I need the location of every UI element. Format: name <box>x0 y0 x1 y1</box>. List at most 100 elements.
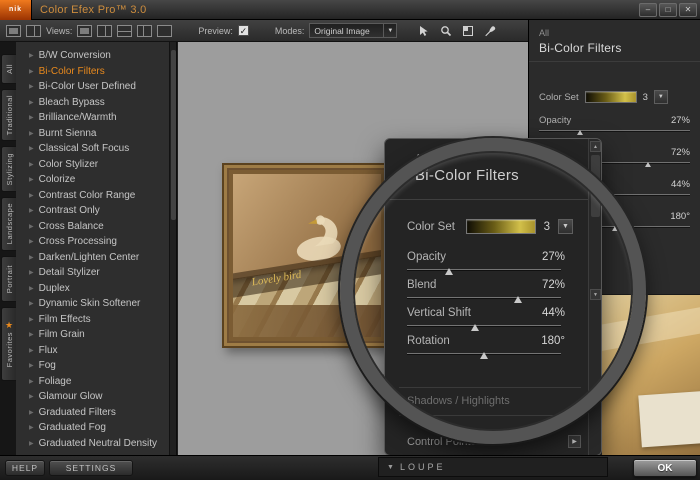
help-button[interactable]: HELP <box>5 460 45 476</box>
filter-item-label: Contrast Color Range <box>39 190 136 201</box>
preview-image: Lovely bird <box>222 163 392 348</box>
preview-label: Preview: <box>198 26 233 36</box>
filter-arrow-icon: ▶ <box>29 362 34 369</box>
ok-button[interactable]: OK <box>633 459 697 477</box>
loupe-panel-scrollbar[interactable]: ▲ ▼ <box>588 139 601 455</box>
control-points-section[interactable]: Control Points ▶ <box>407 435 581 448</box>
modes-dropdown[interactable]: Original Image ▼ <box>309 23 397 38</box>
filter-item[interactable]: ▶Darken/Lighten Center <box>16 250 169 266</box>
single-view-icon[interactable] <box>6 25 21 37</box>
filter-item[interactable]: ▶Colorize <box>16 172 169 188</box>
filter-item[interactable]: ▶Bleach Bypass <box>16 95 169 111</box>
filter-item[interactable]: ▶Fog <box>16 358 169 374</box>
tab-landscape[interactable]: Landscape <box>1 197 16 251</box>
loupe-image-highlight <box>602 304 700 352</box>
slider-handle[interactable] <box>577 130 583 135</box>
filter-item[interactable]: ▶Brilliance/Warmth <box>16 110 169 126</box>
filter-arrow-icon: ▶ <box>29 145 34 152</box>
expand-right-icon[interactable]: ▶ <box>568 435 581 448</box>
tab-favorites[interactable]: ★ Favorites <box>1 307 16 381</box>
filter-item[interactable]: ▶Glamour Glow <box>16 389 169 405</box>
tab-stylizing[interactable]: Stylizing <box>1 146 16 192</box>
filter-item[interactable]: ▶Contrast Color Range <box>16 188 169 204</box>
settings-button[interactable]: SETTINGS <box>49 460 133 476</box>
loupe-color-set-swatch[interactable] <box>466 219 536 234</box>
filter-list-scrollbar[interactable] <box>170 42 177 455</box>
filter-item[interactable]: ▶B/W Conversion <box>16 48 169 64</box>
filter-arrow-icon: ▶ <box>29 285 34 292</box>
color-set-dropdown-button[interactable]: ▼ <box>654 90 668 104</box>
filter-item-label: Film Effects <box>39 314 91 325</box>
slider-handle[interactable] <box>445 268 453 275</box>
filter-item[interactable]: ▶Film Effects <box>16 312 169 328</box>
color-set-swatch[interactable] <box>585 91 637 103</box>
preview-checkbox[interactable]: ✓ <box>238 25 249 36</box>
divider <box>399 387 581 388</box>
filter-item-label: Flux <box>39 345 58 356</box>
loupe-panel-header[interactable]: ▼ LOUPE <box>378 457 608 477</box>
select-tool-icon[interactable] <box>415 23 432 39</box>
filter-item[interactable]: ▶Contrast Only <box>16 203 169 219</box>
artwork-script-text: Lovely bird <box>251 269 302 289</box>
filter-item-label: Bi-Color Filters <box>39 66 105 77</box>
close-button[interactable]: ✕ <box>679 3 697 17</box>
tab-portrait[interactable]: Portrait <box>1 256 16 302</box>
filter-item[interactable]: ▶Cross Balance <box>16 219 169 235</box>
view-mode-plain-icon[interactable] <box>157 25 172 37</box>
filter-item[interactable]: ▶Graduated Neutral Density <box>16 436 169 452</box>
shadows-highlights-section[interactable]: Shadows / Highlights <box>407 395 510 407</box>
filter-item[interactable]: ▶Graduated Filters <box>16 405 169 421</box>
slider-handle[interactable] <box>480 352 488 359</box>
filter-item-label: Contrast Only <box>39 205 100 216</box>
filter-item[interactable]: ▶Burnt Sienna <box>16 126 169 142</box>
filter-item[interactable]: ▶Graduated Fog <box>16 420 169 436</box>
filter-item[interactable]: ▶Bi-Color Filters <box>16 64 169 80</box>
view-mode-hsplit-icon[interactable] <box>117 25 132 37</box>
filter-item[interactable]: ▶Bi-Color User Defined <box>16 79 169 95</box>
scrollbar-thumb[interactable] <box>171 50 176 220</box>
loupe-rotation-slider[interactable] <box>407 350 561 360</box>
view-mode-compare-icon[interactable] <box>137 25 152 37</box>
slider-handle[interactable] <box>514 296 522 303</box>
eyedropper-tool-icon[interactable] <box>481 23 498 39</box>
zoom-tool-icon[interactable] <box>437 23 454 39</box>
tab-all[interactable]: All <box>1 54 16 84</box>
filter-item-label: Foliage <box>39 376 72 387</box>
background-color-tool-icon[interactable] <box>459 23 476 39</box>
loupe-opacity-slider[interactable] <box>407 266 561 276</box>
filter-item[interactable]: ▶Foliage <box>16 374 169 390</box>
filter-item[interactable]: ▶Flux <box>16 343 169 359</box>
filter-item[interactable]: ▶Film Grain <box>16 327 169 343</box>
scroll-up-icon[interactable]: ▲ <box>590 141 601 152</box>
view-mode-vsplit-icon[interactable] <box>97 25 112 37</box>
minimize-button[interactable]: – <box>639 3 657 17</box>
slider-handle[interactable] <box>602 194 608 199</box>
loupe-color-set-dropdown-button[interactable]: ▼ <box>558 219 573 234</box>
split-view-icon[interactable] <box>26 25 41 37</box>
filter-item[interactable]: ▶Color Stylizer <box>16 157 169 173</box>
divider <box>399 415 581 416</box>
filter-item[interactable]: ▶Classical Soft Focus <box>16 141 169 157</box>
filter-item[interactable]: ▶Duplex <box>16 281 169 297</box>
view-mode-full-icon[interactable] <box>77 25 92 37</box>
loupe-blend-slider[interactable] <box>407 294 561 304</box>
filter-item-label: Glamour Glow <box>39 391 103 402</box>
filter-item[interactable]: ▶Dynamic Skin Softener <box>16 296 169 312</box>
loupe-vertical-shift-slider[interactable] <box>407 322 561 332</box>
chevron-down-icon[interactable]: ▼ <box>383 24 396 37</box>
nik-software-logo: nik <box>0 0 32 20</box>
opacity-slider[interactable] <box>539 128 690 136</box>
scrollbar-thumb[interactable] <box>591 155 600 217</box>
filter-item[interactable]: ▶Detail Stylizer <box>16 265 169 281</box>
slider-handle[interactable] <box>471 324 479 331</box>
filter-item[interactable]: ▶Cross Processing <box>16 234 169 250</box>
scroll-down-icon[interactable]: ▼ <box>590 289 601 300</box>
tab-traditional[interactable]: Traditional <box>1 89 16 141</box>
slider-handle[interactable] <box>645 162 651 167</box>
maximize-button[interactable]: □ <box>659 3 677 17</box>
filter-item-label: Dynamic Skin Softener <box>39 298 141 309</box>
filter-arrow-icon: ▶ <box>29 99 34 106</box>
loupe-panel-title: Bi-Color Filters <box>415 167 519 184</box>
loupe-opacity-row: Opacity 27% <box>407 251 565 263</box>
slider-handle[interactable] <box>612 226 618 231</box>
